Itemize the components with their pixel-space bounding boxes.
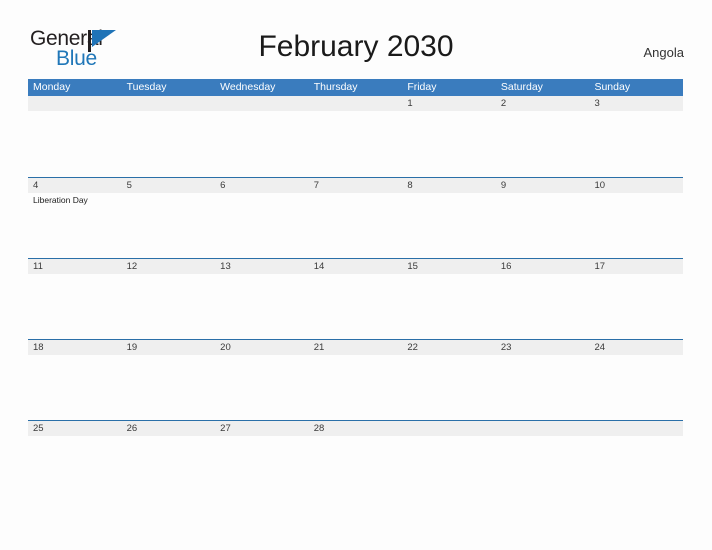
day-number[interactable]: 15 bbox=[402, 259, 496, 274]
weekday-header-thursday: Thursday bbox=[313, 81, 358, 93]
week-date-band: 1 2 3 bbox=[28, 96, 683, 111]
day-event bbox=[122, 355, 216, 420]
day-event bbox=[496, 436, 590, 501]
day-event bbox=[496, 274, 590, 339]
day-event bbox=[402, 274, 496, 339]
day-event bbox=[402, 436, 496, 501]
day-number[interactable] bbox=[402, 421, 496, 436]
week-event-band bbox=[28, 111, 683, 176]
day-number[interactable]: 18 bbox=[28, 340, 122, 355]
day-event bbox=[215, 355, 309, 420]
day-number[interactable]: 12 bbox=[122, 259, 216, 274]
day-number[interactable]: 23 bbox=[496, 340, 590, 355]
day-number[interactable]: 3 bbox=[589, 96, 683, 111]
day-number[interactable]: 11 bbox=[28, 259, 122, 274]
weekday-header-monday: Monday bbox=[33, 81, 71, 93]
day-number[interactable]: 27 bbox=[215, 421, 309, 436]
day-event bbox=[122, 436, 216, 501]
week-event-band bbox=[28, 274, 683, 339]
day-number[interactable]: 9 bbox=[496, 178, 590, 193]
day-event bbox=[122, 111, 216, 176]
calendar-page: General Blue February 2030 Angola Monday… bbox=[0, 0, 712, 550]
day-number[interactable]: 7 bbox=[309, 178, 403, 193]
calendar-week-row: 11 12 13 14 15 16 17 bbox=[28, 258, 683, 339]
day-event bbox=[309, 355, 403, 420]
weekday-header-row: Monday Tuesday Wednesday Thursday Friday… bbox=[28, 79, 683, 96]
page-title: February 2030 bbox=[258, 30, 454, 63]
day-number[interactable]: 16 bbox=[496, 259, 590, 274]
weekday-header-saturday: Saturday bbox=[500, 81, 543, 93]
day-number[interactable]: 25 bbox=[28, 421, 122, 436]
day-number[interactable]: 6 bbox=[215, 178, 309, 193]
calendar-grid: Monday Tuesday Wednesday Thursday Friday… bbox=[28, 79, 683, 501]
day-number[interactable]: 21 bbox=[309, 340, 403, 355]
calendar-week-row: 18 19 20 21 22 23 24 bbox=[28, 339, 683, 420]
day-number[interactable]: 28 bbox=[309, 421, 403, 436]
day-event bbox=[28, 355, 122, 420]
day-number[interactable] bbox=[589, 421, 683, 436]
day-number[interactable] bbox=[215, 96, 309, 111]
day-number[interactable]: 20 bbox=[215, 340, 309, 355]
day-event bbox=[402, 193, 496, 258]
week-date-band: 18 19 20 21 22 23 24 bbox=[28, 339, 683, 355]
week-event-band bbox=[28, 355, 683, 420]
week-date-band: 4 5 6 7 8 9 10 bbox=[28, 177, 683, 193]
week-event-band: Liberation Day bbox=[28, 193, 683, 258]
calendar-week-row: 25 26 27 28 bbox=[28, 420, 683, 501]
week-date-band: 11 12 13 14 15 16 17 bbox=[28, 258, 683, 274]
day-number[interactable]: 2 bbox=[496, 96, 590, 111]
week-event-band bbox=[28, 436, 683, 501]
weekday-header-sunday: Sunday bbox=[594, 81, 631, 93]
day-number[interactable]: 22 bbox=[402, 340, 496, 355]
day-number[interactable]: 4 bbox=[28, 178, 122, 193]
weekday-header-friday: Friday bbox=[407, 81, 437, 93]
weekday-header-tuesday: Tuesday bbox=[126, 81, 167, 93]
day-number[interactable]: 19 bbox=[122, 340, 216, 355]
day-number[interactable] bbox=[309, 96, 403, 111]
day-event bbox=[496, 355, 590, 420]
day-event bbox=[28, 111, 122, 176]
day-event bbox=[215, 436, 309, 501]
day-event bbox=[589, 355, 683, 420]
week-date-band: 25 26 27 28 bbox=[28, 420, 683, 436]
day-number[interactable]: 14 bbox=[309, 259, 403, 274]
day-event bbox=[589, 193, 683, 258]
day-event bbox=[589, 111, 683, 176]
day-number[interactable]: 10 bbox=[589, 178, 683, 193]
weekday-header-wednesday: Wednesday bbox=[220, 81, 276, 93]
day-number[interactable]: 24 bbox=[589, 340, 683, 355]
day-number[interactable] bbox=[122, 96, 216, 111]
calendar-week-row: 4 5 6 7 8 9 10 Liberation Day bbox=[28, 177, 683, 258]
day-number[interactable]: 5 bbox=[122, 178, 216, 193]
day-event bbox=[309, 193, 403, 258]
day-event bbox=[589, 436, 683, 501]
day-event bbox=[496, 111, 590, 176]
day-event bbox=[215, 193, 309, 258]
day-event bbox=[589, 274, 683, 339]
day-event bbox=[28, 274, 122, 339]
calendar-week-row: 1 2 3 bbox=[28, 96, 683, 177]
page-header: General Blue February 2030 Angola bbox=[0, 0, 712, 76]
day-event bbox=[309, 111, 403, 176]
day-event bbox=[402, 111, 496, 176]
day-event bbox=[309, 274, 403, 339]
day-number[interactable] bbox=[496, 421, 590, 436]
day-event bbox=[496, 193, 590, 258]
day-number[interactable]: 8 bbox=[402, 178, 496, 193]
day-event bbox=[309, 436, 403, 501]
day-event: Liberation Day bbox=[33, 195, 88, 205]
country-label: Angola bbox=[643, 45, 684, 60]
day-event bbox=[122, 274, 216, 339]
day-event bbox=[215, 274, 309, 339]
day-number[interactable]: 13 bbox=[215, 259, 309, 274]
day-number[interactable]: 1 bbox=[402, 96, 496, 111]
day-event bbox=[122, 193, 216, 258]
day-event bbox=[215, 111, 309, 176]
day-event bbox=[402, 355, 496, 420]
day-number[interactable]: 17 bbox=[589, 259, 683, 274]
day-number[interactable]: 26 bbox=[122, 421, 216, 436]
day-number[interactable] bbox=[28, 96, 122, 111]
day-event bbox=[28, 436, 122, 501]
